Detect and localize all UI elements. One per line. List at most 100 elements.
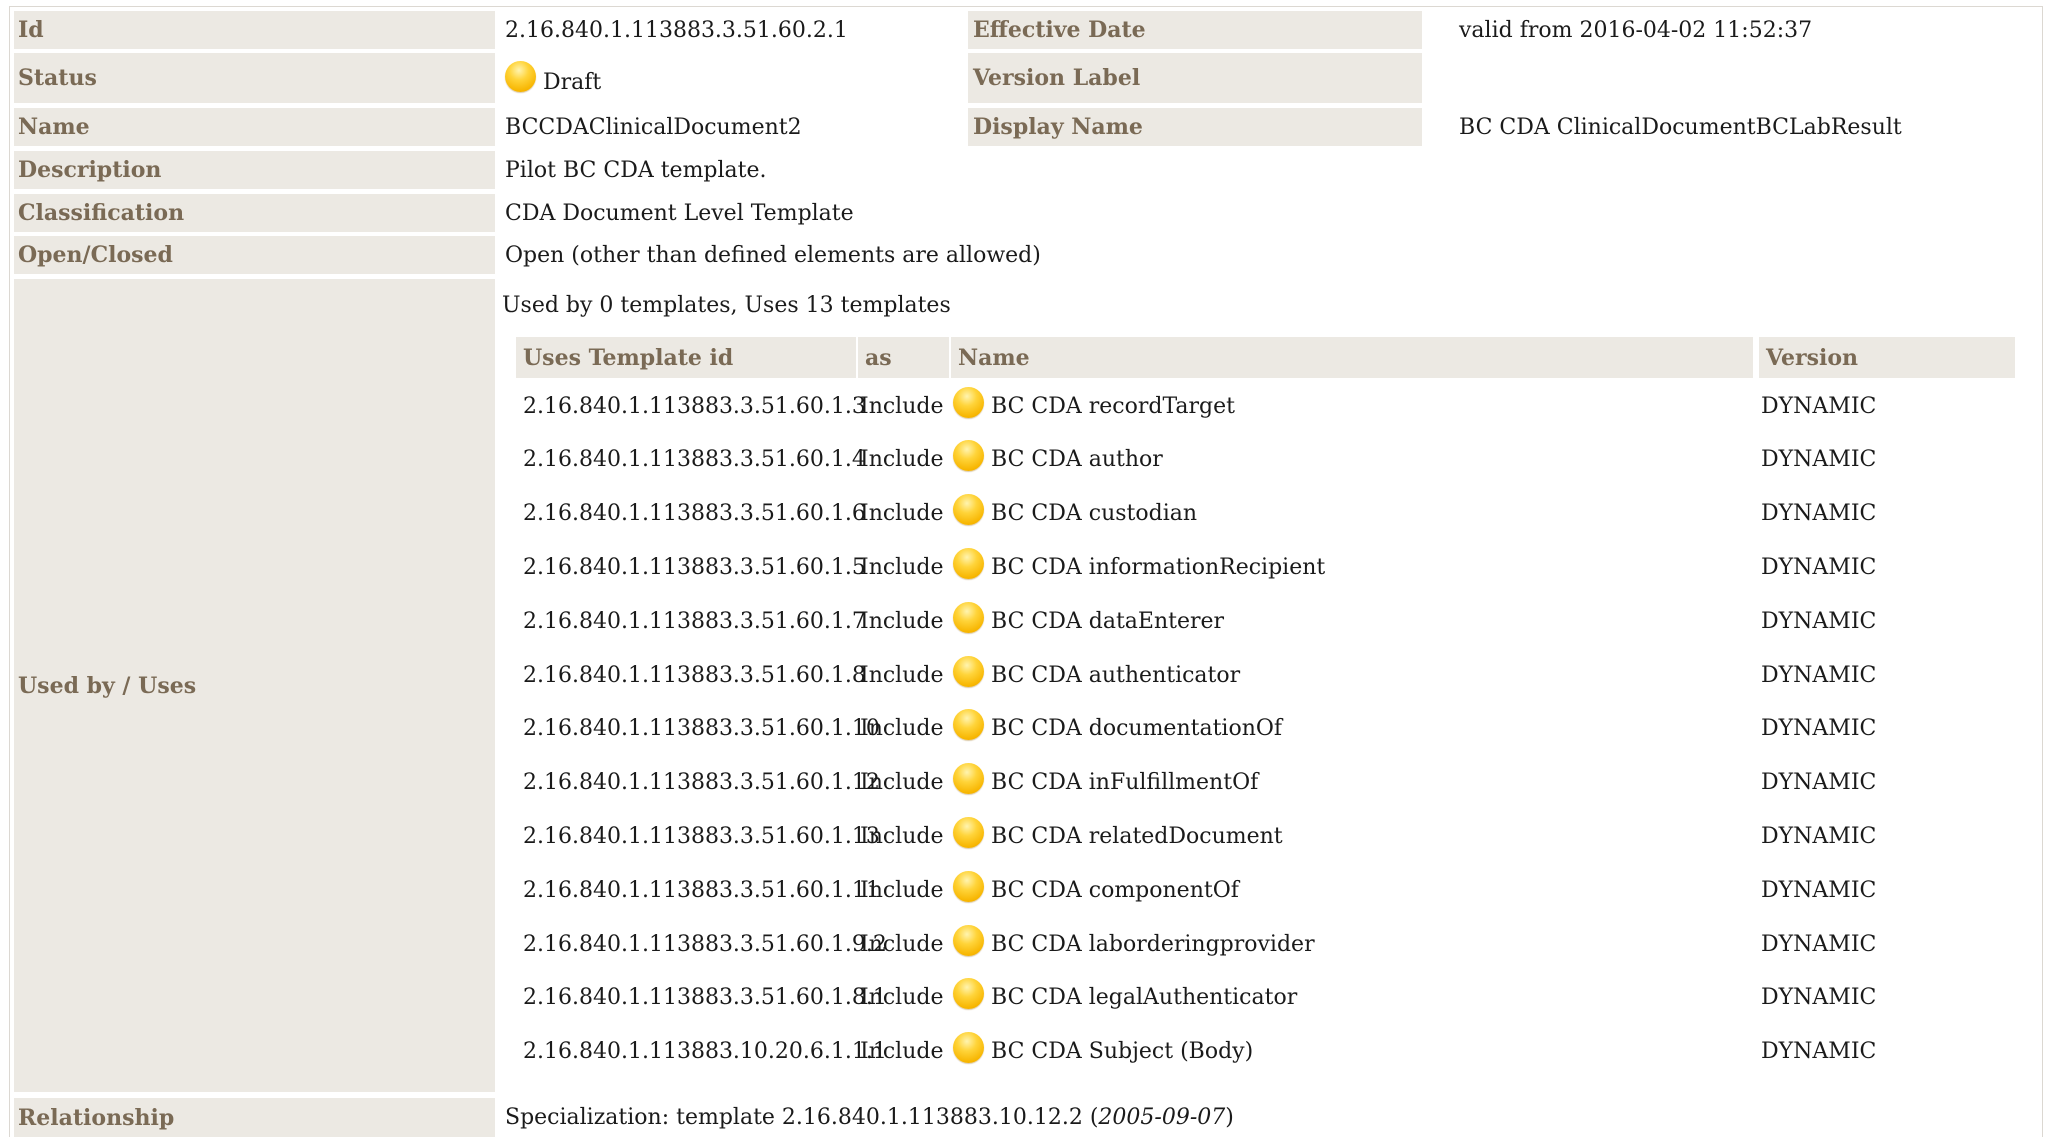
table-row: 2.16.840.1.113883.10.20.6.1.1.1 Include BC… [509, 1025, 2009, 1079]
draft-status-icon [505, 60, 536, 92]
template-name-link[interactable]: BC CDA relatedDocument [991, 824, 1283, 849]
classification-value: CDA Document Level Template [505, 200, 854, 226]
name-cell: BC CDA informationRecipient [953, 540, 1325, 594]
relationship-label: Relationship [14, 1098, 495, 1137]
relationship-date: 2005-09-07 [1098, 1105, 1226, 1130]
table-row: 2.16.840.1.113883.3.51.60.1.13 Include BC … [509, 809, 2009, 863]
row-description: Description Pilot BC CDA template. [14, 151, 2042, 189]
template-name-link[interactable]: BC CDA documentationOf [991, 716, 1282, 741]
version-cell: DYNAMIC [1761, 770, 1877, 796]
as-cell: Include [860, 770, 944, 796]
template-id-cell: 2.16.840.1.113883.3.51.60.1.8.1 [523, 985, 887, 1011]
name-cell: BC CDA custodian [953, 487, 1197, 541]
draft-status-icon [953, 547, 984, 579]
template-name-link[interactable]: BC CDA legalAuthenticator [991, 985, 1297, 1010]
relationship-suffix: ) [1225, 1105, 1234, 1130]
table-row: 2.16.840.1.113883.3.51.60.1.4 Include BC C… [509, 433, 2009, 487]
template-name-link[interactable]: BC CDA laborderingprovider [991, 932, 1315, 957]
template-id-cell: 2.16.840.1.113883.3.51.60.1.11 [523, 877, 880, 903]
template-name-link[interactable]: BC CDA inFulfillmentOf [991, 770, 1258, 795]
template-id-cell: 2.16.840.1.113883.3.51.60.1.3 [523, 393, 866, 419]
version-cell: DYNAMIC [1761, 877, 1877, 903]
table-row: 2.16.840.1.113883.3.51.60.1.5 Include BC C… [509, 540, 2009, 594]
relationship-value: Specialization: template 2.16.840.1.1138… [505, 1098, 1234, 1137]
description-value: Pilot BC CDA template. [505, 157, 767, 183]
version-cell: DYNAMIC [1761, 1039, 1877, 1065]
version-cell: DYNAMIC [1761, 716, 1877, 742]
name-cell: BC CDA legalAuthenticator [953, 971, 1297, 1025]
name-cell: BC CDA inFulfillmentOf [953, 756, 1258, 810]
version-cell: DYNAMIC [1761, 931, 1877, 957]
as-cell: Include [860, 608, 944, 634]
version-cell: DYNAMIC [1761, 554, 1877, 580]
display-name-label: Display Name [968, 108, 1422, 146]
as-cell: Include [860, 823, 944, 849]
template-name-link[interactable]: BC CDA componentOf [991, 878, 1239, 903]
used-by-uses-summary: Used by 0 templates, Uses 13 templates [502, 293, 951, 318]
as-cell: Include [860, 393, 944, 419]
as-cell: Include [860, 501, 944, 527]
draft-status-icon [953, 386, 984, 418]
version-cell: DYNAMIC [1761, 662, 1877, 688]
template-name-link[interactable]: BC CDA author [991, 447, 1163, 472]
template-name-link[interactable]: BC CDA informationRecipient [991, 555, 1325, 580]
version-cell: DYNAMIC [1761, 501, 1877, 527]
relationship-prefix: Specialization: template 2.16.840.1.1138… [505, 1105, 1099, 1130]
description-label: Description [14, 151, 495, 189]
column-header-template-id: Uses Template id [516, 337, 856, 378]
template-id-cell: 2.16.840.1.113883.3.51.60.1.13 [523, 823, 880, 849]
version-cell: DYNAMIC [1761, 823, 1877, 849]
draft-status-icon [953, 655, 984, 687]
template-id-cell: 2.16.840.1.113883.3.51.60.1.8 [523, 662, 866, 688]
column-header-version: Version [1759, 337, 2015, 378]
name-cell: BC CDA author [953, 433, 1163, 487]
name-cell: BC CDA laborderingprovider [953, 917, 1315, 971]
table-row: 2.16.840.1.113883.3.51.60.1.11 Include BC … [509, 863, 2009, 917]
row-open-closed: Open/Closed Open (other than defined ele… [14, 236, 2042, 274]
table-row: 2.16.840.1.113883.3.51.60.1.6 Include BC C… [509, 487, 2009, 541]
version-cell: DYNAMIC [1761, 985, 1877, 1011]
template-id-cell: 2.16.840.1.113883.3.51.60.1.6 [523, 501, 866, 527]
table-row: 2.16.840.1.113883.3.51.60.1.12 Include BC … [509, 756, 2009, 810]
template-name-link[interactable]: BC CDA recordTarget [991, 394, 1235, 419]
table-row: 2.16.840.1.113883.3.51.60.1.9.2 Include BC… [509, 917, 2009, 971]
as-cell: Include [860, 554, 944, 580]
table-row: 2.16.840.1.113883.3.51.60.1.10 Include BC … [509, 702, 2009, 756]
template-name-link[interactable]: BC CDA dataEnterer [991, 609, 1224, 634]
version-cell: DYNAMIC [1761, 393, 1877, 419]
status-value: Draft [505, 57, 601, 107]
as-cell: Include [860, 716, 944, 742]
row-classification: Classification CDA Document Level Templa… [14, 194, 2042, 232]
template-id-cell: 2.16.840.1.113883.3.51.60.1.12 [523, 770, 880, 796]
version-cell: DYNAMIC [1761, 608, 1877, 634]
draft-status-icon [953, 601, 984, 633]
name-cell: BC CDA dataEnterer [953, 594, 1224, 648]
template-id-cell: 2.16.840.1.113883.3.51.60.1.4 [523, 447, 866, 473]
name-cell: BC CDA componentOf [953, 863, 1239, 917]
version-label-label: Version Label [968, 53, 1422, 103]
template-name-link[interactable]: BC CDA authenticator [991, 663, 1240, 688]
table-row: 2.16.840.1.113883.3.51.60.1.8 Include BC C… [509, 648, 2009, 702]
draft-status-icon [953, 440, 984, 472]
template-name-link[interactable]: BC CDA Subject (Body) [991, 1039, 1253, 1064]
draft-status-icon [953, 709, 984, 741]
draft-status-icon [953, 816, 984, 848]
name-cell: BC CDA relatedDocument [953, 809, 1283, 863]
as-cell: Include [860, 447, 944, 473]
used-by-uses-label: Used by / Uses [14, 279, 495, 1092]
as-cell: Include [860, 985, 944, 1011]
open-closed-value: Open (other than defined elements are al… [505, 242, 1041, 268]
template-id-cell: 2.16.840.1.113883.3.51.60.1.5 [523, 554, 866, 580]
name-cell: BC CDA Subject (Body) [953, 1025, 1253, 1079]
as-cell: Include [860, 931, 944, 957]
id-label: Id [14, 11, 495, 49]
draft-status-icon [953, 494, 984, 526]
name-cell: BC CDA documentationOf [953, 702, 1282, 756]
template-name-link[interactable]: BC CDA custodian [991, 501, 1197, 526]
row-status: Status Draft Version Label [14, 53, 2042, 103]
table-row: 2.16.840.1.113883.3.51.60.1.8.1 Include BC… [509, 971, 2009, 1025]
classification-label: Classification [14, 194, 495, 232]
template-id-cell: 2.16.840.1.113883.3.51.60.1.9.2 [523, 931, 887, 957]
name-cell: BC CDA authenticator [953, 648, 1240, 702]
draft-status-icon [953, 1032, 984, 1064]
